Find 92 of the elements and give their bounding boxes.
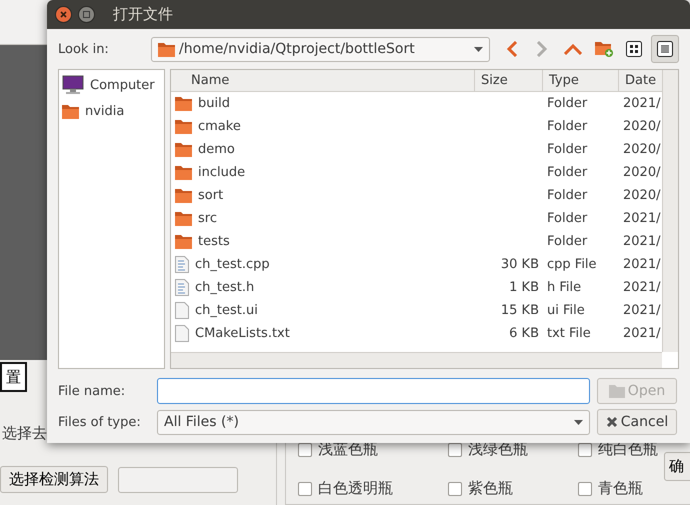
folder-icon: [62, 104, 79, 118]
place-item[interactable]: Computer: [90, 78, 155, 92]
column-header[interactable]: Size: [475, 70, 543, 91]
code-file-icon: [175, 279, 189, 296]
window-title: 打开文件: [113, 5, 173, 24]
monitor-icon: [62, 75, 84, 95]
file-date: 2021/: [622, 303, 662, 318]
folder-icon: [175, 188, 192, 203]
file-type: h File: [546, 280, 582, 295]
file-icon: [175, 302, 189, 319]
file-size: 6 KB: [508, 326, 540, 341]
new-folder-icon: [594, 41, 613, 57]
column-header[interactable]: Name: [171, 70, 475, 91]
folder-icon: [158, 42, 175, 56]
maximize-icon: [83, 11, 90, 18]
file-size: 15 KB: [500, 303, 540, 318]
list-view-icon: [657, 41, 674, 57]
file-type: Folder: [546, 96, 588, 111]
file-date: 2020/: [622, 142, 662, 157]
option-label: 选择去: [1, 424, 47, 443]
checkbox[interactable]: [448, 442, 462, 456]
folder-icon: [175, 165, 192, 180]
cancel-button[interactable]: Cancel: [597, 409, 677, 435]
close-button[interactable]: [55, 6, 72, 23]
checkbox[interactable]: [578, 442, 592, 456]
file-type: Folder: [546, 165, 588, 180]
file-date: 2021/: [622, 211, 662, 226]
file-type: cpp File: [546, 257, 598, 272]
maximize-button[interactable]: [78, 6, 95, 23]
dropdown-arrow-icon: [474, 46, 483, 52]
file-name[interactable]: include: [198, 165, 246, 180]
file-type: Folder: [546, 142, 588, 157]
file-name-label: File name:: [58, 384, 126, 398]
checkbox-label: 白色透明瓶: [318, 479, 393, 498]
code-file-icon: [175, 256, 189, 273]
file-type: Folder: [546, 211, 588, 226]
algorithm-field[interactable]: [118, 466, 238, 492]
checkbox[interactable]: [448, 482, 462, 496]
file-name[interactable]: demo: [198, 142, 235, 157]
grid-view-icon: [626, 41, 642, 57]
file-date: 2020/: [622, 165, 662, 180]
checkbox[interactable]: [298, 442, 312, 456]
file-date: 2021/: [622, 280, 662, 295]
checkbox[interactable]: [298, 482, 312, 496]
checkbox[interactable]: [578, 482, 592, 496]
file-date: 2021/: [622, 257, 662, 272]
folder-icon: [175, 96, 192, 111]
column-header[interactable]: Type: [543, 70, 619, 91]
file-name[interactable]: cmake: [198, 119, 241, 134]
file-name[interactable]: src: [198, 211, 217, 226]
file-date: 2021/: [622, 234, 662, 249]
confirm-button[interactable]: 确: [664, 452, 690, 481]
folder-icon: [175, 142, 192, 157]
folder-icon: [608, 384, 625, 398]
folder-icon: [175, 119, 192, 134]
file-name[interactable]: ch_test.ui: [195, 303, 258, 318]
file-type-label: Files of type:: [58, 414, 142, 430]
file-name[interactable]: tests: [198, 234, 230, 249]
look-in-label: Look in:: [58, 42, 110, 56]
file-type-dropdown[interactable]: All Files (*): [157, 410, 590, 434]
file-size: 30 KB: [500, 257, 540, 272]
horizontal-scrollbar[interactable]: [171, 352, 662, 368]
vertical-scrollbar[interactable]: [662, 70, 678, 352]
file-name-field[interactable]: [157, 378, 590, 404]
select-algorithm-button[interactable]: 选择检测算法: [0, 466, 108, 493]
folder-icon: [175, 211, 192, 226]
file-type: Folder: [546, 119, 588, 134]
file-name[interactable]: ch_test.cpp: [195, 257, 270, 272]
settings-button[interactable]: 置: [0, 362, 27, 392]
folder-icon: [175, 234, 192, 249]
dropdown-arrow-icon: [574, 420, 583, 424]
file-size: 1 KB: [508, 280, 540, 295]
place-item[interactable]: nvidia: [85, 104, 124, 118]
file-type: Folder: [546, 234, 588, 249]
file-date: 2021/: [622, 96, 662, 111]
file-type: txt File: [546, 326, 592, 341]
file-name[interactable]: sort: [198, 188, 224, 203]
file-date: 2020/: [622, 188, 662, 203]
detail-view-button[interactable]: [651, 35, 679, 63]
file-date: 2021/: [622, 326, 662, 341]
file-type: ui File: [546, 303, 586, 318]
checkbox-label: 青色瓶: [598, 479, 643, 498]
close-icon: [60, 11, 67, 18]
file-type: Folder: [546, 188, 588, 203]
cancel-icon: [606, 416, 618, 428]
file-date: 2020/: [622, 119, 662, 134]
file-name[interactable]: ch_test.h: [195, 280, 254, 295]
checkbox-label: 紫色瓶: [468, 479, 513, 498]
file-name[interactable]: CMakeLists.txt: [195, 326, 290, 341]
file-name[interactable]: build: [198, 96, 230, 111]
look-in-dropdown[interactable]: /home/nvidia/Qtproject/bottleSort: [151, 36, 490, 62]
file-icon: [175, 325, 189, 342]
